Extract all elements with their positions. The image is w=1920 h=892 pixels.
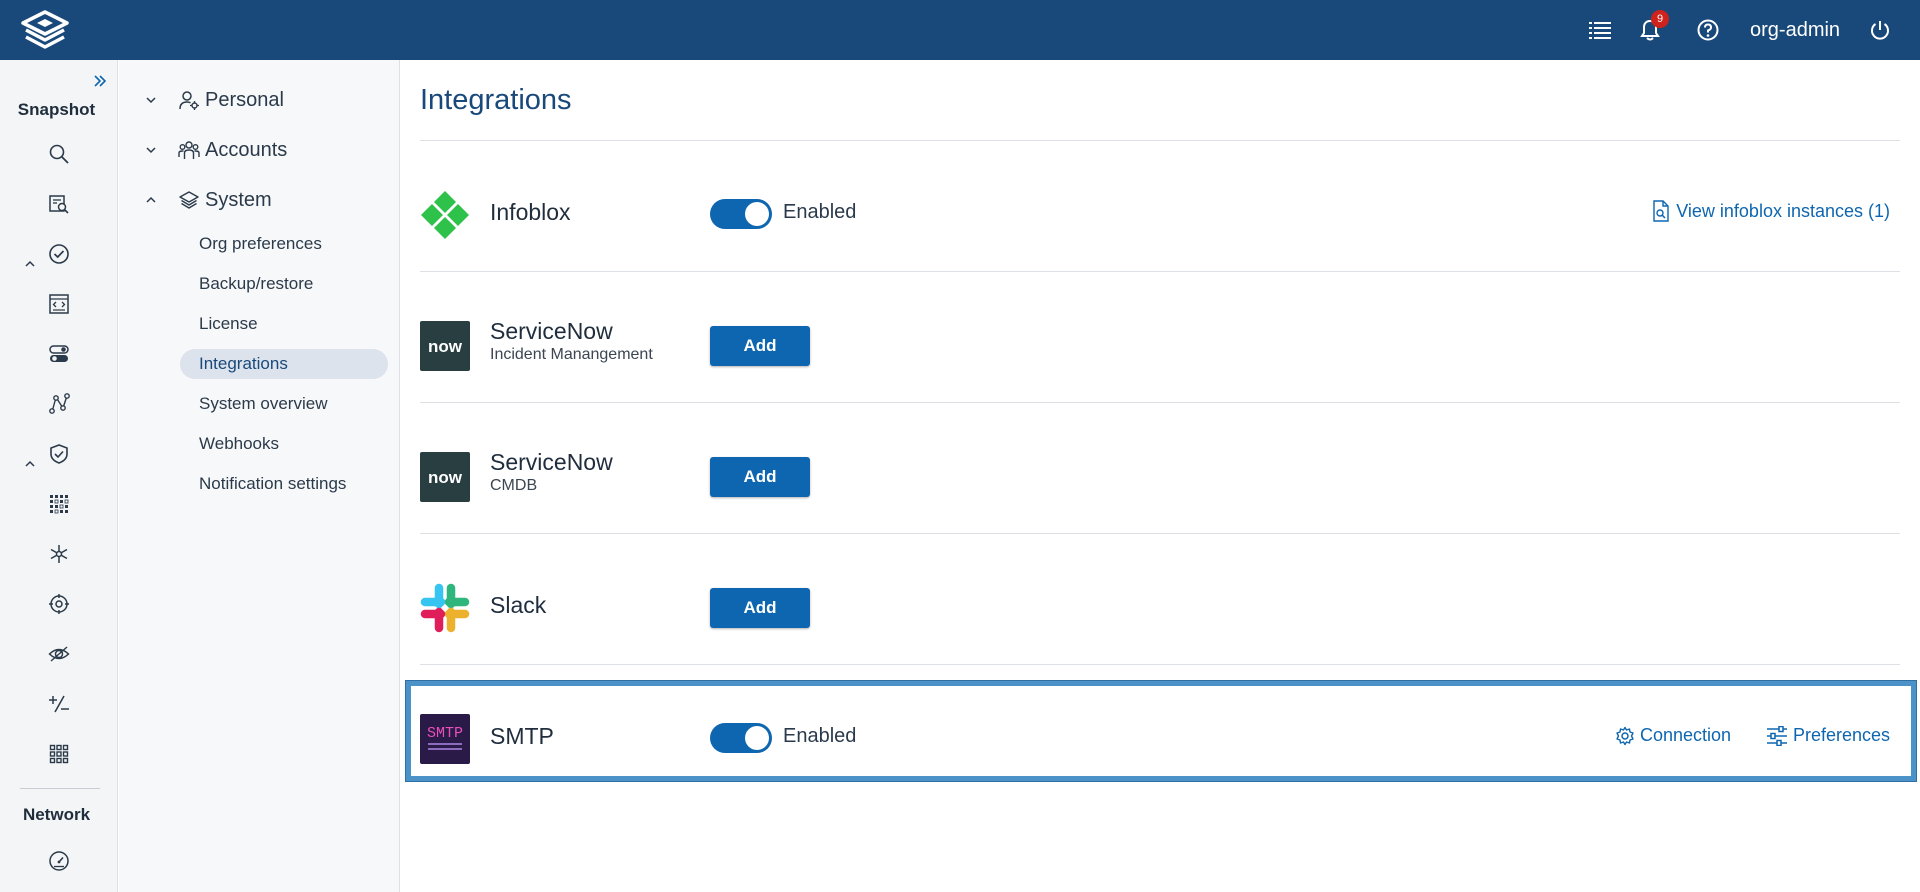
chevron-down-icon — [139, 88, 163, 112]
integration-name: Slack — [490, 592, 547, 618]
tree-item-notification-settings[interactable]: Notification settings — [180, 469, 388, 499]
tree-item-license[interactable]: License — [180, 309, 388, 339]
settings-tree: Personal Accounts System Org preferences… — [119, 60, 400, 892]
collapse-caret-icon[interactable] — [20, 254, 40, 274]
tree-item-backup-restore[interactable]: Backup/restore — [180, 269, 388, 299]
integration-row-infoblox: Infoblox Enabled View infoblox instances… — [420, 157, 1900, 265]
servicenow-logo: now — [420, 452, 470, 502]
rail-section-network: Network — [22, 805, 91, 824]
divider — [420, 140, 1900, 141]
tree-item-integrations[interactable]: Integrations — [180, 349, 388, 379]
rail-section-snapshot: Snapshot — [17, 100, 96, 119]
integration-name: ServiceNow — [490, 449, 613, 475]
toggle-settings-icon[interactable] — [44, 339, 74, 369]
code-window-icon[interactable] — [44, 289, 74, 319]
tree-item-webhooks[interactable]: Webhooks — [180, 429, 388, 459]
integration-subtitle: CMDB — [490, 477, 538, 494]
snowflake-icon[interactable] — [44, 539, 74, 569]
notification-badge: 9 — [1651, 10, 1669, 28]
integration-subtitle: Incident Manangement — [490, 346, 653, 363]
inventory-search-icon[interactable] — [44, 189, 74, 219]
tree-group-label: System — [205, 188, 272, 211]
slack-logo — [420, 583, 470, 633]
apps-grid-icon[interactable] — [44, 739, 74, 769]
add-servicenow-cmdb-button[interactable]: Add — [710, 457, 810, 497]
app-logo[interactable] — [18, 9, 72, 51]
notifications-button[interactable]: 9 — [1630, 0, 1670, 60]
divider — [420, 533, 1900, 534]
shield-check-icon[interactable] — [44, 439, 74, 469]
integration-row-slack: Slack Add — [420, 550, 1900, 658]
servicenow-logo: now — [420, 321, 470, 371]
tree-group-label: Accounts — [205, 138, 288, 161]
integration-name: ServiceNow — [490, 318, 613, 344]
help-icon[interactable] — [1688, 0, 1728, 60]
chevron-down-icon — [139, 138, 163, 162]
search-icon[interactable] — [44, 139, 74, 169]
link-label: View infoblox instances (1) — [1676, 200, 1890, 221]
view-infoblox-instances-link[interactable]: View infoblox instances (1) — [1651, 200, 1890, 222]
page-title: Integrations — [420, 84, 572, 116]
servicenow-logo-text: now — [428, 468, 463, 487]
integration-name: Infoblox — [490, 199, 571, 225]
plus-minus-icon[interactable] — [44, 689, 74, 719]
integration-row-servicenow-cmdb: now ServiceNow CMDB Add — [420, 419, 1900, 527]
document-search-icon — [1653, 200, 1669, 222]
tree-group-label: Personal — [205, 88, 284, 111]
tree-item-system-overview[interactable]: System overview — [180, 389, 388, 419]
collapse-caret-icon[interactable] — [20, 454, 40, 474]
expand-rail-icon[interactable] — [88, 69, 112, 93]
top-bar: 9 org-admin — [0, 0, 1920, 60]
tree-item-org-preferences[interactable]: Org preferences — [180, 229, 388, 259]
user-gear-icon — [177, 88, 201, 112]
matrix-icon[interactable] — [44, 489, 74, 519]
selection-highlight — [406, 681, 1916, 781]
divider — [420, 664, 1900, 665]
users-group-icon — [177, 138, 201, 162]
servicenow-logo-text: now — [428, 337, 463, 356]
power-icon[interactable] — [1860, 0, 1900, 60]
target-icon[interactable] — [44, 589, 74, 619]
infoblox-logo — [420, 190, 470, 240]
path-trace-icon[interactable] — [44, 389, 74, 419]
gauge-icon[interactable] — [44, 846, 74, 876]
tree-group-accounts[interactable]: Accounts — [139, 130, 287, 170]
divider — [420, 402, 1900, 403]
divider — [420, 271, 1900, 272]
integration-row-servicenow-incident: now ServiceNow Incident Manangement Add — [420, 288, 1900, 396]
icon-rail: Snapshot Network — [0, 60, 118, 892]
layers-icon — [177, 188, 201, 212]
chevron-up-icon — [139, 188, 163, 212]
check-circle-icon[interactable] — [44, 239, 74, 269]
tree-group-system[interactable]: System — [139, 180, 272, 220]
toggle-status-label: Enabled — [783, 201, 857, 223]
user-menu[interactable]: org-admin — [1750, 0, 1840, 60]
infoblox-enabled-toggle[interactable] — [710, 199, 772, 229]
eye-scan-icon[interactable] — [44, 639, 74, 669]
tree-group-personal[interactable]: Personal — [139, 80, 284, 120]
add-slack-button[interactable]: Add — [710, 588, 810, 628]
add-servicenow-incident-button[interactable]: Add — [710, 326, 810, 366]
rail-divider — [20, 788, 100, 789]
list-icon[interactable] — [1580, 0, 1620, 60]
